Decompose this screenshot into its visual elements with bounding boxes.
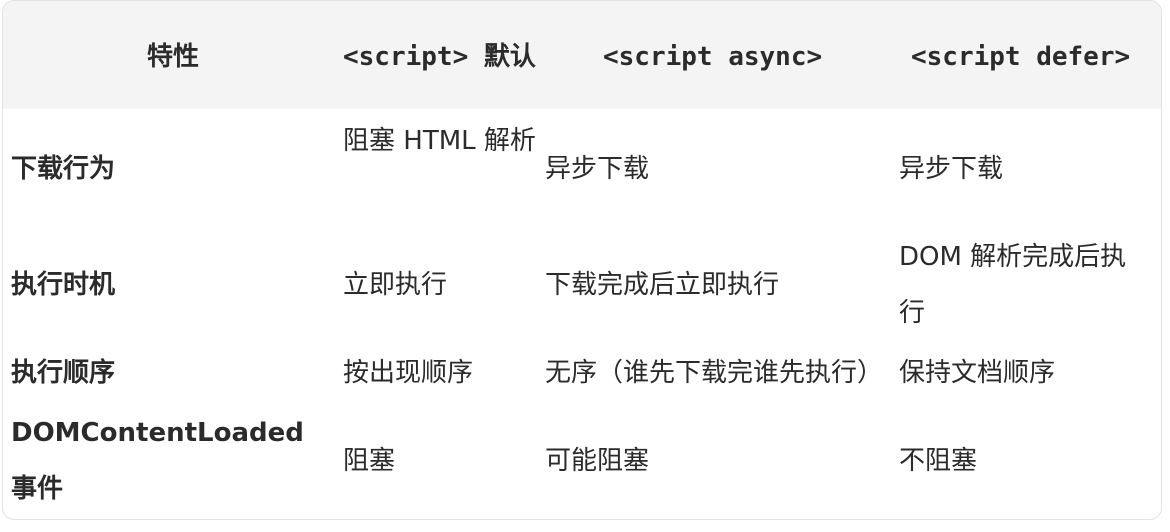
- cell-async: 无序（谁先下载完谁先执行）: [545, 358, 884, 388]
- cell-async: 可能阻塞: [545, 446, 650, 476]
- cell-defer: DOM 解析完成后执行: [899, 242, 1127, 328]
- row-label: 下载行为: [11, 154, 116, 184]
- cell-async: 异步下载: [545, 154, 650, 184]
- row-label: DOMContentLoaded 事件: [11, 418, 304, 504]
- header-script-defer: <script defer>: [911, 42, 1131, 72]
- cell-defer: 异步下载: [899, 154, 1004, 184]
- cell-defer: 不阻塞: [899, 446, 978, 476]
- cell-default: 阻塞: [343, 446, 396, 476]
- header-script-async: <script async>: [603, 42, 823, 72]
- cell-defer: 保持文档顺序: [899, 358, 1056, 388]
- comparison-table: 特性 <script> 默认 <script async> <script de…: [2, 0, 1162, 520]
- cell-default: 阻塞 HTML 解析: [343, 126, 536, 156]
- row-label: 执行顺序: [11, 358, 116, 388]
- row-label: 执行时机: [11, 270, 116, 300]
- cell-default: 立即执行: [343, 270, 448, 300]
- header-feature: 特性: [147, 42, 200, 72]
- header-script-default: <script> 默认: [343, 42, 536, 72]
- cell-async: 下载完成后立即执行: [545, 270, 780, 300]
- cell-default: 按出现顺序: [343, 358, 474, 388]
